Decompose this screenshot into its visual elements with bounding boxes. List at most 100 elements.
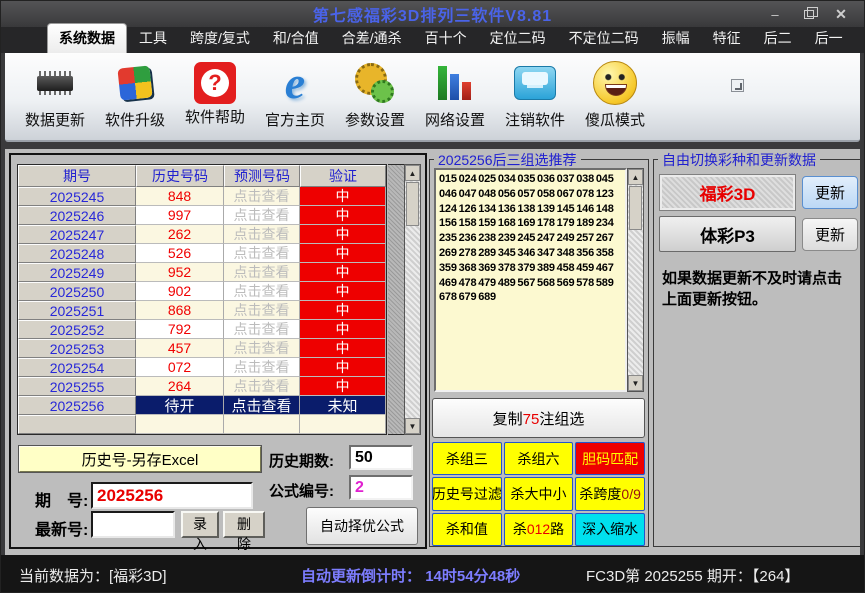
predict-link[interactable]: 点击查看 [224, 206, 300, 225]
toolbar-button[interactable]: 软件帮助 [175, 59, 255, 127]
export-excel-button[interactable]: 历史号-另存Excel [18, 445, 262, 473]
period-cell: 2025254 [18, 358, 136, 377]
menu-tab[interactable]: 不定位二码 [558, 24, 650, 53]
filter-button[interactable]: 杀大中小 [503, 477, 574, 511]
scroll-up-icon[interactable] [405, 165, 420, 181]
recommend-numbers-box[interactable]: 015 024 025 034 035 036 037 038 045 046 … [434, 168, 627, 392]
toolbar-button[interactable]: 注销软件 [495, 59, 575, 130]
toolbar-button-label: 数据更新 [24, 112, 85, 129]
toolbar-button-label: 参数设置 [344, 112, 405, 129]
close-icon[interactable]: ✕ [830, 5, 852, 23]
filter-button[interactable]: 杀跨度 0/9 [575, 477, 645, 511]
filter-button-number: 0/9 [621, 485, 641, 502]
period-cell [18, 415, 136, 434]
menu-tab[interactable]: 特征 [702, 24, 752, 53]
verify-cell: 中 [300, 377, 386, 396]
filter-button[interactable]: 深入缩水 [575, 512, 645, 546]
column-header[interactable]: 验证 [300, 165, 386, 187]
menu-tab[interactable]: 振幅 [651, 24, 701, 53]
copy-selection-button[interactable]: 复制75注组选 [432, 398, 645, 438]
column-header[interactable]: 期号 [18, 165, 136, 187]
table-gutter [388, 164, 404, 435]
menu-tab[interactable]: 计划 [855, 24, 864, 53]
filter-button[interactable]: 杀 012 路 [503, 512, 574, 546]
predict-link[interactable]: 点击查看 [224, 377, 300, 396]
scroll-down-icon[interactable] [628, 375, 643, 391]
predict-link[interactable]: 点击查看 [224, 339, 300, 358]
table-row[interactable]: 2025254 072 点击查看 中 [18, 358, 386, 377]
toolbar-button[interactable]: 网络设置 [415, 59, 495, 130]
predict-link[interactable]: 点击查看 [224, 301, 300, 320]
table-row[interactable]: 2025250 902 点击查看 中 [18, 282, 386, 301]
filter-button[interactable]: 杀组六 [503, 442, 574, 476]
menu-tab[interactable]: 后一 [804, 24, 854, 53]
numbers-scrollbar[interactable] [627, 168, 644, 392]
scroll-thumb[interactable] [629, 186, 642, 230]
table-row[interactable]: 2025256 待开 点击查看 未知 [18, 396, 386, 415]
history-count-input[interactable] [349, 445, 413, 470]
predict-link[interactable]: 点击查看 [224, 187, 300, 206]
table-row[interactable]: 2025252 792 点击查看 中 [18, 320, 386, 339]
predict-link[interactable]: 点击查看 [224, 282, 300, 301]
menu-tab[interactable]: 工具 [128, 24, 178, 53]
scroll-thumb[interactable] [406, 182, 419, 226]
toolbar-button[interactable]: 参数设置 [335, 59, 415, 130]
verify-cell: 中 [300, 187, 386, 206]
predict-link[interactable]: 点击查看 [224, 396, 300, 415]
menu-tab[interactable]: 后二 [753, 24, 803, 53]
toolbar-button[interactable]: 数据更新 [15, 59, 95, 130]
latest-number-input[interactable] [91, 511, 175, 538]
table-row[interactable]: 2025253 457 点击查看 中 [18, 339, 386, 358]
filter-button-label: 杀组六 [517, 450, 560, 467]
formula-number-input[interactable] [349, 475, 413, 500]
period-input[interactable] [91, 482, 253, 509]
filter-button[interactable]: 胆码匹配 [575, 442, 645, 476]
toolbar-button[interactable]: 傻瓜模式 [575, 59, 655, 130]
update-fc3d-button[interactable]: 更新 [802, 176, 858, 209]
filter-button[interactable]: 杀和值 [432, 512, 502, 546]
predict-link[interactable]: 点击查看 [224, 244, 300, 263]
filter-button[interactable]: 历史号过滤 [432, 477, 502, 511]
table-row[interactable]: 2025251 868 点击查看 中 [18, 301, 386, 320]
recommend-panel: 2025256后三组选推荐 015 024 025 034 035 036 03… [429, 150, 649, 547]
minimize-icon[interactable]: – [764, 5, 786, 23]
predict-link[interactable]: 点击查看 [224, 320, 300, 339]
table-body: 2025245 848 点击查看 中 2025246 997 点击查看 中 20… [18, 187, 386, 415]
update-tcp3-button[interactable]: 更新 [802, 218, 858, 251]
period-cell: 2025246 [18, 206, 136, 225]
predict-link[interactable]: 点击查看 [224, 263, 300, 282]
table-row[interactable]: 2025248 526 点击查看 中 [18, 244, 386, 263]
toolbar-button[interactable]: 软件升级 [95, 59, 175, 130]
toolbar-button-label: 软件帮助 [184, 109, 245, 126]
toolbar-button[interactable]: 官方主页 [255, 59, 335, 130]
table-row[interactable]: 2025249 952 点击查看 中 [18, 263, 386, 282]
column-header[interactable]: 历史号码 [136, 165, 224, 187]
column-header[interactable]: 预测号码 [224, 165, 300, 187]
menu-tab[interactable]: 合差/通杀 [331, 24, 413, 53]
fc3d-button[interactable]: 福彩3D [659, 174, 796, 211]
table-row[interactable]: 2025245 848 点击查看 中 [18, 187, 386, 206]
countdown-time: 14时54分48秒 [425, 568, 521, 585]
toolbar-overflow-icon[interactable] [731, 79, 744, 92]
filter-button[interactable]: 杀组三 [432, 442, 502, 476]
menu-tab[interactable]: 百十个 [414, 24, 478, 53]
restore-icon[interactable] [798, 5, 820, 23]
table-row[interactable]: 2025247 262 点击查看 中 [18, 225, 386, 244]
scroll-up-icon[interactable] [628, 169, 643, 185]
menu-tab[interactable]: 跨度/复式 [179, 24, 261, 53]
predict-link[interactable]: 点击查看 [224, 358, 300, 377]
table-row[interactable]: 2025255 264 点击查看 中 [18, 377, 386, 396]
scroll-down-icon[interactable] [405, 418, 420, 434]
table-row[interactable]: 2025246 997 点击查看 中 [18, 206, 386, 225]
table-scrollbar[interactable] [404, 164, 421, 435]
menu-tab[interactable]: 系统数据 [47, 23, 127, 53]
lottery-switch-panel: 自由切换彩种和更新数据 福彩3D 更新 体彩P3 更新 如果数据更新不及时请点击… [653, 150, 861, 547]
delete-button[interactable]: 删除 [223, 511, 265, 552]
predict-link[interactable]: 点击查看 [224, 225, 300, 244]
menu-tab[interactable]: 和/合值 [262, 24, 330, 53]
menu-tab[interactable]: 定位二码 [479, 24, 557, 53]
enter-button[interactable]: 录入 [181, 511, 219, 552]
toolbar-button-label: 注销软件 [504, 112, 565, 129]
tcp3-button[interactable]: 体彩P3 [659, 216, 796, 252]
auto-formula-button[interactable]: 自动择优公式 [306, 507, 418, 545]
